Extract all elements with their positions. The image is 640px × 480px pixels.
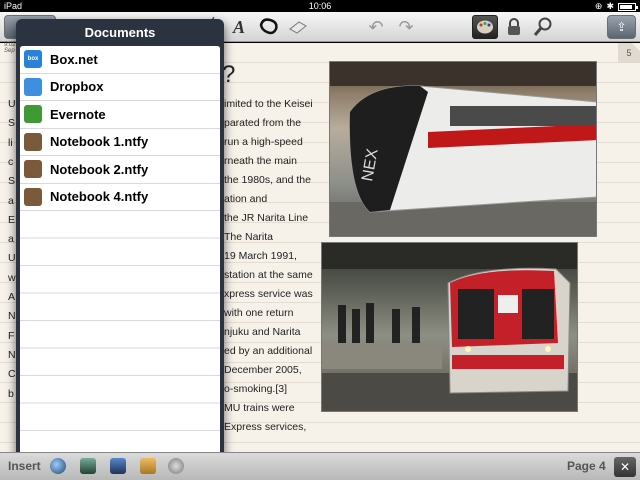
text-line: c [8, 155, 14, 168]
notebook-icon [24, 132, 42, 151]
text-line: the JR Narita Line [224, 212, 309, 224]
status-bar: iPad 10:06 ⊕ ✱ [0, 0, 640, 12]
document-label: Dropbox [50, 79, 104, 95]
search-icon[interactable] [530, 15, 556, 39]
text-line: N [8, 310, 16, 323]
document-list-item[interactable]: Notebook 4.ntfy [20, 183, 220, 211]
bluetooth-icon: ✱ [606, 1, 614, 11]
document-list-item[interactable]: box Box.net [20, 46, 220, 74]
text-line: a [8, 194, 14, 207]
timestamp-date: Sep [4, 48, 15, 54]
text-line: parated from the [224, 117, 302, 129]
redo-icon[interactable]: ↷ [394, 15, 418, 39]
text-line: run a high-speed [224, 136, 303, 148]
text-line: Express services, [224, 421, 307, 433]
text-line: station at the same [224, 269, 313, 281]
text-line: F [8, 329, 15, 342]
rotation-lock-icon: ⊕ [594, 1, 603, 11]
text-line: ation and [224, 193, 268, 205]
text-line: njuku and Narita [224, 326, 301, 338]
document-list-item[interactable]: Notebook 1.ntfy [20, 128, 220, 156]
box-net-icon: box [24, 50, 42, 69]
evernote-icon [24, 105, 42, 124]
text-tool-icon[interactable]: A [228, 15, 250, 39]
train-photo-red-express[interactable] [321, 242, 578, 412]
document-list-item[interactable]: Evernote [20, 101, 220, 129]
text-line: MU trains were [224, 402, 295, 414]
popover-title: Documents [84, 25, 156, 40]
audio-insert-icon[interactable] [168, 458, 184, 474]
text-line: the 1980s, and the [224, 174, 311, 186]
text-line: U [8, 98, 16, 110]
page-timestamp: 9:02 Sep [4, 42, 16, 54]
lock-icon[interactable] [503, 15, 525, 39]
shape-insert-icon[interactable] [110, 458, 126, 474]
close-icon: ✕ [619, 460, 631, 474]
text-line: The Narita [224, 231, 274, 243]
bottom-bar: Insert Page 4 ✕ [0, 452, 640, 480]
eraser-tool-icon[interactable] [286, 15, 310, 39]
text-line: li [8, 136, 13, 149]
text-line: a [8, 233, 14, 246]
globe-icon[interactable] [50, 458, 66, 474]
palette-icon[interactable] [472, 15, 498, 39]
text-line: imited to the Keisei [224, 98, 313, 110]
text-line: 19 March 1991, [224, 250, 297, 262]
document-list-item[interactable]: Dropbox [20, 73, 220, 101]
text-line: December 2005, [224, 364, 302, 376]
share-button[interactable]: ⇪ [607, 15, 636, 39]
document-label: Box.net [50, 51, 98, 67]
text-line: w [8, 271, 16, 284]
document-label: Notebook 2.ntfy [50, 161, 149, 177]
page-tab[interactable]: 5 [618, 43, 640, 63]
status-icons: ⊕ ✱ [594, 0, 638, 12]
text-line: A [8, 291, 16, 303]
text-line: N [8, 348, 16, 361]
text-line: b [8, 387, 14, 400]
text-line: rneath the main [224, 155, 297, 167]
document-label: Evernote [50, 106, 106, 122]
text-line: S [8, 117, 16, 130]
notebook-icon [24, 160, 42, 179]
share-icon: ⇪ [616, 20, 627, 34]
text-line: with one return [224, 307, 294, 319]
text-line: U [8, 252, 16, 265]
document-list-item[interactable]: Notebook 2.ntfy [20, 156, 220, 184]
text-line: ed by an additional [224, 345, 313, 357]
text-line: o-smoking.[3] [224, 383, 288, 395]
document-title-fragment: ? [222, 61, 236, 88]
dropbox-icon [24, 77, 42, 96]
lasso-tool-icon[interactable] [256, 15, 282, 39]
battery-icon [618, 3, 638, 11]
insert-label: Insert [8, 459, 41, 473]
train-photo-nex[interactable]: NEX [329, 61, 597, 237]
close-button[interactable]: ✕ [614, 457, 636, 477]
documents-popover: Documents box Box.net Dropbox Evernote Noteb… [16, 19, 224, 462]
text-line: E [8, 213, 16, 226]
clipart-insert-icon[interactable] [140, 458, 156, 474]
clock: 10:06 [308, 1, 332, 11]
page-indicator: Page 4 [567, 459, 606, 473]
photo-insert-icon[interactable] [80, 458, 96, 474]
undo-icon[interactable]: ↶ [364, 15, 388, 39]
text-line: S [8, 175, 16, 188]
document-label: Notebook 1.ntfy [50, 134, 149, 150]
notebook-icon [24, 187, 42, 206]
documents-list: box Box.net Dropbox Evernote Notebook 1.ntfy… [20, 46, 220, 458]
document-label: Notebook 4.ntfy [50, 189, 149, 205]
text-line: C [8, 368, 16, 381]
text-line: xpress service was [224, 288, 313, 300]
